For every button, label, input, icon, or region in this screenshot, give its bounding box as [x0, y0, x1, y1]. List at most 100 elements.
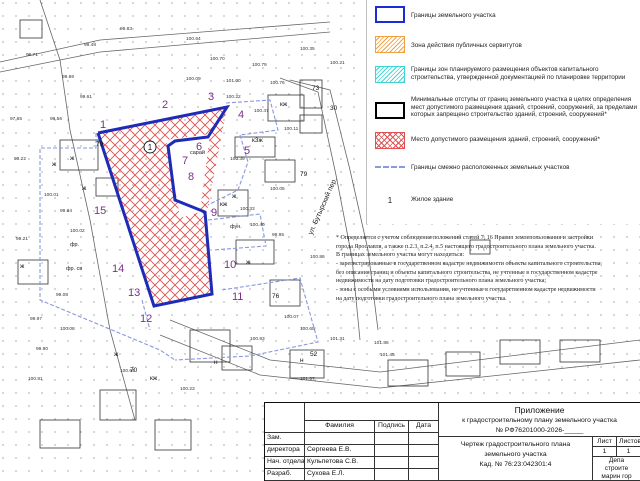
building-mark: 79 — [96, 141, 104, 148]
note-line: города Ярославля, а также п.2.3, п.2.4, … — [336, 243, 596, 250]
plot-number: 1 — [148, 143, 153, 152]
elevation-mark: 100.64 — [186, 36, 201, 42]
boundary-point-label: 15 — [94, 205, 106, 217]
cadastral-number: Кад. № 76:23:042301:4 — [479, 461, 552, 468]
boundary-point-label: 14 — [112, 263, 124, 275]
stamp-header-name: Фамилия — [305, 421, 375, 433]
elevation-mark: 100.47 — [254, 108, 269, 114]
building-mark: 76 — [272, 293, 280, 300]
drawing-title: Чертеж градостроительного плана — [460, 441, 571, 448]
elevation-mark: 100.70 — [210, 56, 225, 62]
legend-label: Минимальные отступы от границ земельного… — [411, 96, 637, 119]
dept-line: Депа — [608, 457, 625, 464]
building-mark: ж — [20, 263, 25, 270]
legend-item-min-setbacks: Минимальные отступы от границ земельного… — [367, 96, 640, 132]
building-mark: 30 — [330, 105, 338, 112]
elevation-mark: 100.86 — [310, 254, 325, 260]
stamp-department: Депа строите марин гор — [593, 457, 640, 481]
elevation-mark: 100.33 — [240, 206, 255, 212]
elevation-mark: 100.39 — [230, 156, 245, 162]
building-mark: кж — [220, 201, 228, 208]
note-line: * Определяется с учетом соблюдения полож… — [336, 235, 594, 241]
note-line: - зарегистрированные в государственном к… — [336, 261, 602, 268]
stamp-name: Кульпетова С.В. — [305, 457, 375, 469]
stamp-name: Сухова Е.Л. — [305, 469, 375, 481]
boundary-point-label: 10 — [224, 259, 236, 271]
elevation-mark: 101.31 — [330, 336, 345, 342]
elevation-mark: 101.45 — [380, 352, 395, 358]
elevation-mark: 100.11 — [284, 126, 299, 132]
elevation-mark: 99.94 — [60, 208, 72, 214]
stamp-top-blank — [305, 403, 439, 421]
stamp-header-date: Дата — [409, 421, 439, 433]
elevation-mark: 100.35 — [300, 46, 315, 52]
legend-item-servitude-zone: Зона действия публичных сервитутов — [367, 34, 640, 56]
appendix-subtitle: к градостроительному плану земельного уч… — [462, 417, 617, 424]
elevation-mark: 100.07 — [284, 314, 299, 320]
elevation-mark: 100.93 — [250, 336, 265, 342]
object-label: фр. — [70, 242, 80, 248]
stamp-date — [409, 469, 439, 481]
object-label: фун. — [230, 224, 242, 230]
note-line: на дату подготовки градостроительного пл… — [336, 295, 507, 302]
boundary-point-label: 12 — [140, 313, 152, 325]
notes-text: * Определяется с учетом соблюдения полож… — [336, 234, 640, 304]
legend-label: Зона действия публичных сервитутов — [411, 42, 522, 49]
legend-item-neighbor-boundaries: Границы смежно расположенных земельных у… — [367, 160, 640, 180]
elevation-mark: 100.01 — [44, 192, 59, 198]
elevation-mark: 101.86 — [374, 340, 389, 346]
boundary-point-label: 13 — [128, 287, 140, 299]
stamp-sign — [375, 445, 409, 457]
legend-label: Границы зон планируемого размещения объе… — [411, 66, 626, 81]
stamp-role: Нач. отдела — [265, 457, 305, 469]
legend-swatch-boundary — [375, 6, 405, 23]
legend-label: Границы смежно расположенных земельных у… — [411, 164, 570, 171]
elevation-mark: 100.81 — [28, 376, 43, 382]
elevation-mark: 100.21 — [330, 60, 345, 66]
legend-swatch-cyan-hatch — [375, 66, 405, 83]
stamp-role: Разраб. — [265, 469, 305, 481]
elevation-mark: 99.98 — [62, 74, 74, 80]
boundary-point-label: 3 — [208, 91, 214, 103]
boundary-point-label: 4 — [238, 109, 244, 121]
legend-item-residential: 1 Жилое здание — [367, 190, 640, 212]
stamp-sign — [375, 433, 409, 445]
building-mark: 73 — [312, 85, 320, 92]
legend-swatch-red-hatch — [375, 132, 405, 149]
title-block: Фамилия Подпись Дата Зам. директора Серг… — [264, 402, 640, 481]
stamp-sign — [375, 457, 409, 469]
building-mark: ж — [52, 161, 57, 168]
elevation-mark: 100.23 — [180, 386, 195, 392]
elevation-mark: 99.71 — [26, 52, 38, 58]
stamp-date — [409, 445, 439, 457]
legend-swatch-orange-hatch — [375, 36, 405, 53]
building-mark: ж — [232, 193, 237, 200]
appendix-number: № РФ76201000-2026-_____ — [495, 427, 584, 434]
legend-item-permitted-area: Место допустимого размещения зданий, стр… — [367, 128, 640, 154]
building-mark: 79 — [300, 171, 308, 178]
stamp-sign — [375, 469, 409, 481]
appendix-title: Приложение — [514, 405, 565, 415]
elevation-mark: 99.21 — [16, 236, 28, 242]
elevation-mark: 100.05 — [270, 186, 285, 192]
building-mark: кж — [150, 375, 158, 382]
elevation-mark: 100.40 — [250, 222, 265, 228]
elevation-mark: 100.08 — [60, 326, 75, 332]
building-mark: 70 — [130, 367, 138, 374]
note-line: без описания границ и объекты капитально… — [336, 269, 598, 276]
elevation-mark: 99.90 — [36, 346, 48, 352]
building-mark: ж — [114, 351, 119, 358]
elevation-mark: 99.22 — [14, 156, 26, 162]
sheet-value: 1 — [593, 447, 617, 457]
boundary-point-label: 2 — [162, 99, 168, 111]
elevation-mark: 100.65 — [300, 326, 315, 332]
building-mark: н — [300, 357, 304, 364]
elevation-mark: 99.56 — [50, 116, 62, 122]
building-mark: н — [214, 359, 218, 366]
drawing-title-line2: земельного участка — [484, 451, 547, 458]
stamp-name — [305, 433, 375, 445]
boundary-point-label: 7 — [182, 155, 188, 167]
legend-label: Жилое здание — [411, 196, 454, 203]
elevation-mark: 97.65 — [10, 116, 22, 122]
stamp-role: Зам. — [265, 433, 305, 445]
